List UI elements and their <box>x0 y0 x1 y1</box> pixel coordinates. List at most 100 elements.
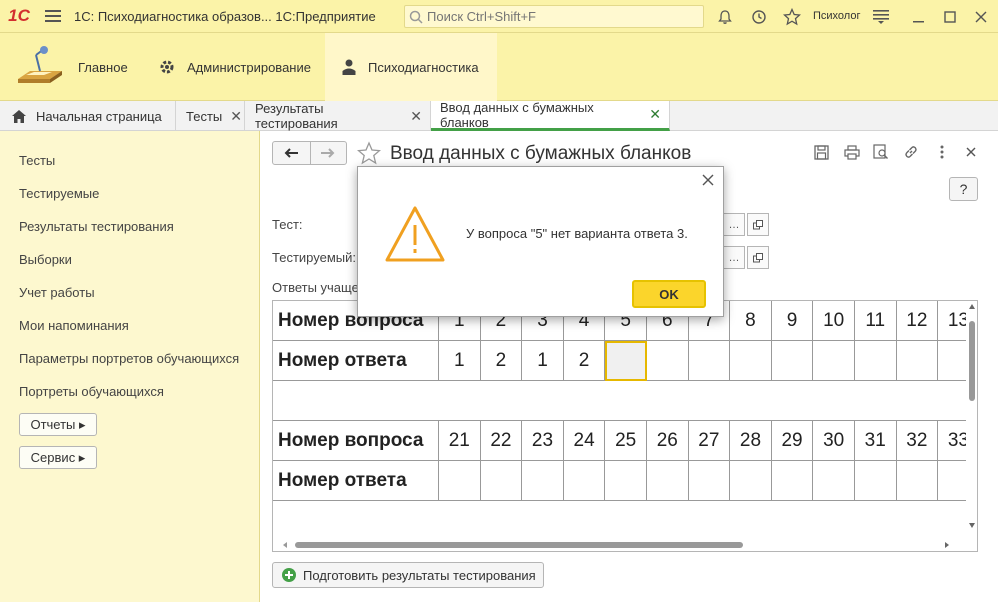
section-administration[interactable]: Администрирование <box>159 33 319 101</box>
answer-cell[interactable]: 1 <box>439 341 481 381</box>
more-actions-icon[interactable] <box>931 141 953 163</box>
answer-cell[interactable]: 2 <box>563 341 606 381</box>
vertical-scrollbar[interactable] <box>966 301 977 531</box>
answer-cell[interactable] <box>688 341 731 381</box>
answer-cell[interactable]: 2 <box>480 341 523 381</box>
question-number-cell: 21 <box>439 421 481 461</box>
sidebar-item-reminders[interactable]: Мои напоминания <box>19 318 129 333</box>
question-number-cell: 9 <box>771 301 814 341</box>
back-arrow-icon[interactable] <box>273 142 310 164</box>
answer-cell[interactable] <box>771 341 814 381</box>
question-number-cell: 28 <box>730 421 772 461</box>
answer-cell[interactable] <box>563 461 606 501</box>
answer-cell[interactable] <box>730 341 772 381</box>
question-number-cell: 11 <box>854 301 897 341</box>
close-tab-icon[interactable]: ✕ <box>230 108 242 125</box>
answer-cell[interactable] <box>646 461 689 501</box>
sidebar-item-tests[interactable]: Тесты <box>19 153 55 168</box>
answer-cell[interactable] <box>771 461 814 501</box>
save-icon[interactable] <box>810 141 832 163</box>
answer-cell[interactable] <box>605 461 647 501</box>
sidebar-item-subjects[interactable]: Тестируемые <box>19 186 99 201</box>
question-number-cell: 10 <box>813 301 855 341</box>
open-subject-icon[interactable] <box>747 246 769 269</box>
question-number-cell: 31 <box>854 421 897 461</box>
answer-row-header: Номер ответа <box>273 341 439 381</box>
main-menu-icon[interactable] <box>38 0 68 33</box>
close-tab-icon[interactable]: ✕ <box>410 108 422 125</box>
section-psychodiagnostics[interactable]: Психодиагностика <box>325 33 497 101</box>
section-main[interactable]: Главное <box>14 33 134 101</box>
tab-home[interactable]: Начальная страница <box>0 101 176 131</box>
tab-test-results-label: Результаты тестирования <box>255 101 338 131</box>
search-icon <box>409 10 423 24</box>
subject-field-label: Тестируемый: <box>272 250 356 265</box>
section-main-label: Главное <box>78 59 128 75</box>
home-icon <box>12 109 26 123</box>
bell-icon[interactable] <box>710 0 740 33</box>
search-input[interactable] <box>427 9 697 24</box>
service-button[interactable]: Сервис ▸ <box>19 446 97 469</box>
question-number-cell: 32 <box>896 421 939 461</box>
answer-cell[interactable] <box>522 461 564 501</box>
tab-paper-forms-input[interactable]: Ввод данных с бумажных бланков ✕ <box>431 100 670 131</box>
user-name[interactable]: Психолог <box>813 10 860 22</box>
tab-tests[interactable]: Тесты ✕ <box>176 101 245 131</box>
sidebar-item-samples[interactable]: Выборки <box>19 252 72 267</box>
answer-cell[interactable] <box>896 461 939 501</box>
answer-cell[interactable] <box>813 341 855 381</box>
answer-cell[interactable] <box>813 461 855 501</box>
question-number-cell: 22 <box>480 421 523 461</box>
sidebar-item-test-results[interactable]: Результаты тестирования <box>19 219 174 234</box>
link-icon[interactable] <box>900 141 922 163</box>
answer-cell[interactable] <box>439 461 481 501</box>
close-form-icon[interactable] <box>960 141 982 163</box>
grid-row-answers-1: Номер ответа 1 2 1 2 <box>273 341 977 381</box>
warning-triangle-icon <box>384 205 446 266</box>
gear-icon <box>159 59 175 75</box>
forward-arrow-icon[interactable] <box>309 142 347 164</box>
prepare-results-button[interactable]: Подготовить результаты тестирования <box>272 562 544 588</box>
close-tab-icon[interactable]: ✕ <box>649 106 661 123</box>
answer-cell[interactable] <box>854 461 897 501</box>
select-test-button[interactable]: … <box>723 213 745 236</box>
reports-button[interactable]: Отчеты ▸ <box>19 413 97 436</box>
answer-cell-selected[interactable] <box>605 341 647 381</box>
horizontal-scrollbar[interactable] <box>273 539 965 551</box>
open-test-icon[interactable] <box>747 213 769 236</box>
select-subject-button[interactable]: … <box>723 246 745 269</box>
answer-row-header: Номер ответа <box>273 461 439 501</box>
global-search[interactable] <box>404 5 704 28</box>
answer-cell[interactable] <box>646 341 689 381</box>
answer-cell[interactable] <box>688 461 731 501</box>
minimize-icon[interactable] <box>904 0 934 33</box>
tab-home-label: Начальная страница <box>36 108 162 124</box>
favorites-star-icon[interactable] <box>777 0 807 33</box>
preview-icon[interactable] <box>870 141 892 163</box>
settings-menu-icon[interactable] <box>866 0 896 33</box>
dialog-message: У вопроса "5" нет варианта ответа 3. <box>466 226 688 241</box>
answer-cell[interactable] <box>730 461 772 501</box>
answers-grid[interactable]: Номер вопроса 1 2 3 4 5 6 7 8 9 10 11 12… <box>272 300 978 552</box>
answers-label: Ответы учаще <box>272 280 359 295</box>
print-icon[interactable] <box>841 141 863 163</box>
sidebar-item-work-log[interactable]: Учет работы <box>19 285 95 300</box>
grid-row-questions-2: Номер вопроса 21 22 23 24 25 26 27 28 29… <box>273 421 977 461</box>
answer-cell[interactable]: 1 <box>522 341 564 381</box>
maximize-icon[interactable] <box>935 0 965 33</box>
history-icon[interactable] <box>744 0 774 33</box>
question-number-cell: 8 <box>730 301 772 341</box>
ok-button[interactable]: OK <box>632 280 706 308</box>
close-window-icon[interactable] <box>966 0 996 33</box>
answer-cell[interactable] <box>854 341 897 381</box>
tab-test-results[interactable]: Результаты тестирования ✕ <box>245 101 431 131</box>
answer-cell[interactable] <box>480 461 523 501</box>
sidebar-item-portrait-params[interactable]: Параметры портретов обучающихся <box>19 351 239 366</box>
help-button[interactable]: ? <box>949 177 978 201</box>
warning-dialog: У вопроса "5" нет варианта ответа 3. OK <box>357 166 724 317</box>
grid-row-answers-2: Номер ответа <box>273 461 977 501</box>
answer-cell[interactable] <box>896 341 939 381</box>
close-dialog-icon[interactable] <box>702 173 714 191</box>
sidebar-item-portraits[interactable]: Портреты обучающихся <box>19 384 164 399</box>
person-icon <box>342 59 356 75</box>
